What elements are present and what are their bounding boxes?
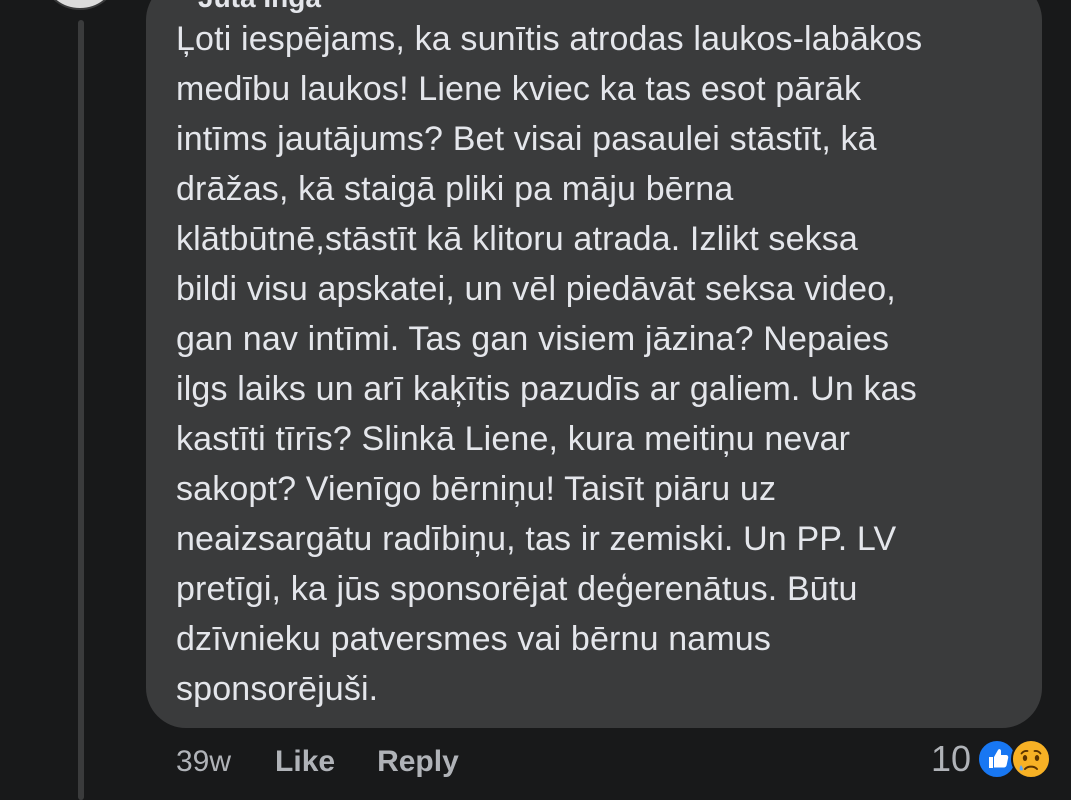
comment-actions: 39w Like Reply bbox=[176, 740, 501, 784]
reaction-count: 10 bbox=[930, 738, 971, 779]
comment-line: neaizsargātu radībiņu, tas ir zemiski. U… bbox=[176, 520, 897, 558]
comment-line: pretīgi, ka jūs sponsorējat deģerenātus.… bbox=[176, 570, 858, 608]
avatar[interactable] bbox=[40, 0, 120, 10]
comment-line: bildi visu apskatei, un vēl piedāvāt sek… bbox=[176, 270, 896, 308]
comment-line: klātbūtnē,stāstīt kā klitoru atrada. Izl… bbox=[176, 220, 858, 258]
reaction-summary[interactable]: 10 bbox=[931, 735, 1051, 783]
like-button[interactable]: Like bbox=[275, 745, 335, 779]
comment-line: intīms jautājums? Bet visai pasaulei stā… bbox=[176, 120, 877, 158]
comment-line: ilgs laiks un arī kaķītis pazudīs ar gal… bbox=[176, 370, 917, 408]
comment-line: medību laukos! Liene kviec ka tas esot p… bbox=[176, 70, 862, 108]
reply-button[interactable]: Reply bbox=[377, 745, 459, 779]
comment-line: drāžas, kā staigā pliki pa māju bērna bbox=[176, 170, 734, 208]
comment-timestamp[interactable]: 39w bbox=[176, 745, 231, 779]
comment-author[interactable]: Jūta Inga bbox=[198, 0, 321, 14]
comment-line: dzīvnieku patversmes vai bērnu namus bbox=[176, 620, 772, 658]
comment-line: kastīti tīrīs? Slinkā Liene, kura meitiņ… bbox=[176, 420, 851, 458]
comment-text: Ļoti iespējams, ka sunītis atrodas lauko… bbox=[176, 14, 1026, 714]
thread-line bbox=[78, 20, 84, 800]
comment-line: sponsorējuši. bbox=[176, 670, 379, 708]
reaction-icons bbox=[977, 739, 1051, 779]
sad-reaction-icon bbox=[1011, 739, 1051, 779]
comment-line: gan nav intīmi. Tas gan visiem jāzina? N… bbox=[176, 320, 890, 358]
comment-line: Ļoti iespējams, ka sunītis atrodas lauko… bbox=[176, 20, 923, 58]
comment-line: sakopt? Vienīgo bērniņu! Taisīt piāru uz bbox=[176, 470, 777, 508]
